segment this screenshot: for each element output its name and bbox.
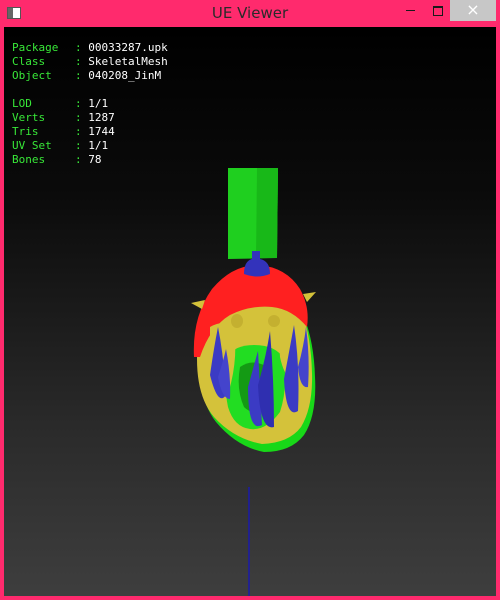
3d-viewport[interactable]: Package: 00033287.upk Class: SkeletalMes… bbox=[4, 27, 496, 596]
maximize-icon bbox=[433, 5, 443, 16]
minimize-button[interactable] bbox=[396, 0, 424, 21]
maximize-button[interactable] bbox=[424, 0, 452, 21]
mesh-top-block-shade bbox=[256, 168, 278, 258]
close-icon: × bbox=[466, 0, 480, 19]
close-button[interactable]: × bbox=[450, 0, 496, 21]
mesh-eye-right bbox=[268, 315, 280, 327]
skeletal-mesh-render bbox=[191, 168, 316, 596]
app-window: UE Viewer × Package: 00033287.upk Class:… bbox=[0, 0, 500, 600]
mesh-eye-left bbox=[231, 314, 243, 328]
minimize-icon bbox=[405, 10, 415, 11]
title-bar[interactable]: UE Viewer × bbox=[0, 0, 500, 27]
